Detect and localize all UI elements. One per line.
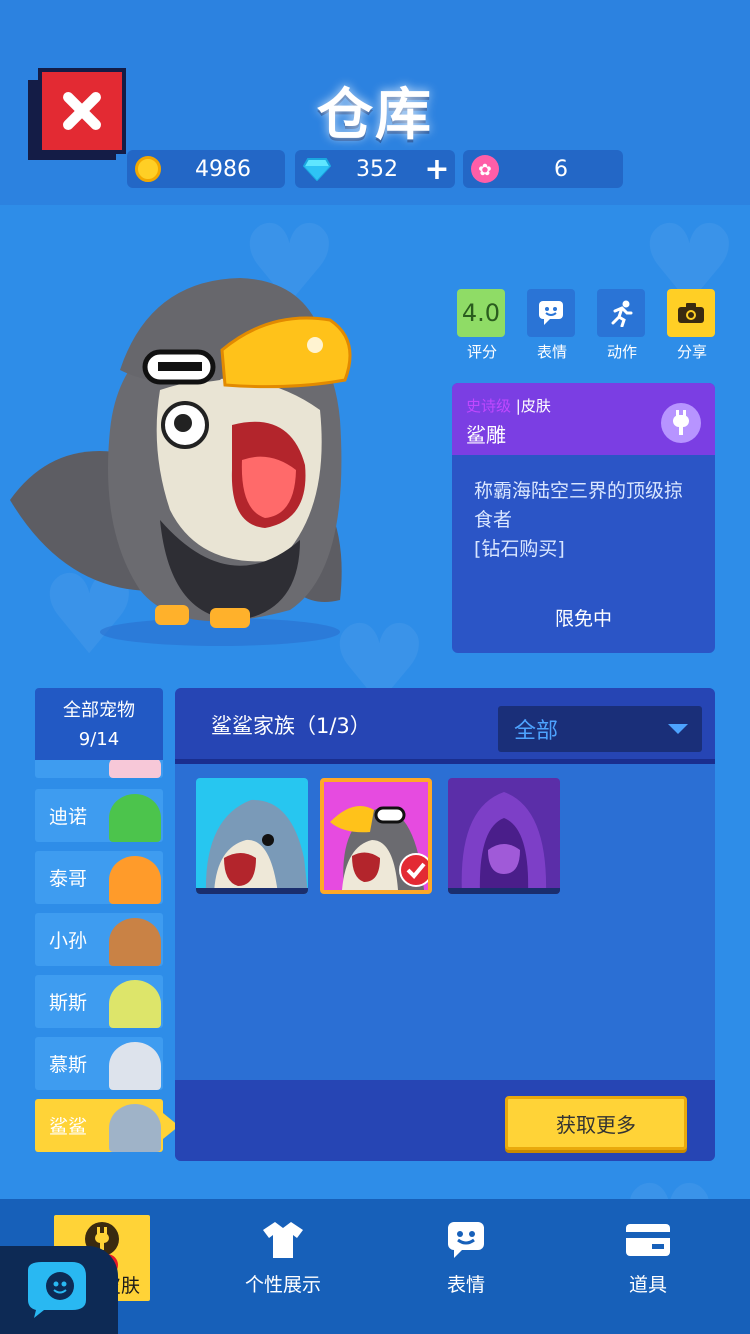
card-icon [626, 1224, 670, 1256]
pet-character [10, 278, 352, 646]
skin-tile-locked[interactable] [448, 778, 560, 894]
chat-button[interactable] [0, 1246, 118, 1334]
emote-button[interactable]: 表情 [527, 289, 577, 362]
pet-item-snake[interactable]: 斯斯 [35, 975, 163, 1028]
dino-avatar [109, 794, 161, 842]
pet-item-shark[interactable]: 鲨鲨 [35, 1099, 163, 1152]
skin-filter-dropdown[interactable]: 全部 [498, 706, 702, 752]
skin-tile-shark[interactable] [196, 778, 308, 894]
monkey-avatar [109, 918, 161, 966]
mouse-avatar [109, 1042, 161, 1090]
emote-icon [527, 289, 575, 337]
close-button[interactable] [28, 68, 126, 160]
skin-status: 限免中 [554, 608, 612, 630]
tab-items[interactable]: 道具 [588, 1220, 708, 1297]
skin-tile-eagle-shark[interactable] [320, 778, 432, 894]
coin-counter: 4986 [127, 150, 285, 188]
chat-bubble-icon [28, 1262, 86, 1318]
share-button[interactable]: 分享 [667, 289, 717, 362]
add-diamond-button[interactable]: + [423, 152, 451, 187]
all-pets-tab[interactable]: 全部宠物 9/14 [35, 688, 163, 760]
lotus-value: 6 [554, 156, 568, 182]
rating-button[interactable]: 4.0 评分 [457, 289, 507, 362]
diamond-value: 352 [356, 156, 398, 182]
skin-family-title: 鲨鲨家族（1/3） [211, 714, 371, 738]
pet-item-dino[interactable]: 迪诺 [35, 789, 163, 842]
skin-info-card: 史诗级 |皮肤 鲨雕 称霸海陆空三界的顶级掠 食者 [钻石购买] 限免中 [452, 383, 715, 653]
rating-icon: 4.0 [457, 289, 505, 337]
snake-avatar [109, 980, 161, 1028]
coin-icon [135, 156, 161, 182]
pet-item-tiger[interactable]: 泰哥 [35, 851, 163, 904]
coin-value: 4986 [195, 156, 251, 182]
run-icon [597, 289, 645, 337]
lotus-icon: ✿ [471, 155, 499, 183]
chevron-down-icon [668, 724, 688, 734]
action-button[interactable]: 动作 [597, 289, 647, 362]
camera-icon [667, 289, 715, 337]
diamond-icon [303, 158, 331, 181]
pet-item-mouse[interactable]: 慕斯 [35, 1037, 163, 1090]
skin-description: 称霸海陆空三界的顶级掠 食者 [钻石购买] [474, 480, 684, 560]
tab-emotes[interactable]: 表情 [406, 1220, 526, 1297]
lotus-counter: ✿ 6 [463, 150, 623, 188]
emote-icon [448, 1222, 484, 1258]
page-title: 仓库 [317, 83, 433, 148]
tab-personal-display[interactable]: 个性展示 [223, 1220, 343, 1297]
shirt-icon [263, 1222, 303, 1258]
close-icon [63, 92, 101, 130]
skin-panel: 鲨鲨家族（1/3） 全部 [175, 688, 715, 1161]
tiger-avatar [109, 856, 161, 904]
shark-avatar [109, 1104, 161, 1152]
plug-icon [661, 403, 701, 443]
pet-count: 9/14 [78, 729, 120, 750]
diamond-counter: 352 + [295, 150, 455, 188]
get-more-button[interactable]: 获取更多 [505, 1096, 687, 1150]
pet-item-monkey[interactable]: 小孙 [35, 913, 163, 966]
